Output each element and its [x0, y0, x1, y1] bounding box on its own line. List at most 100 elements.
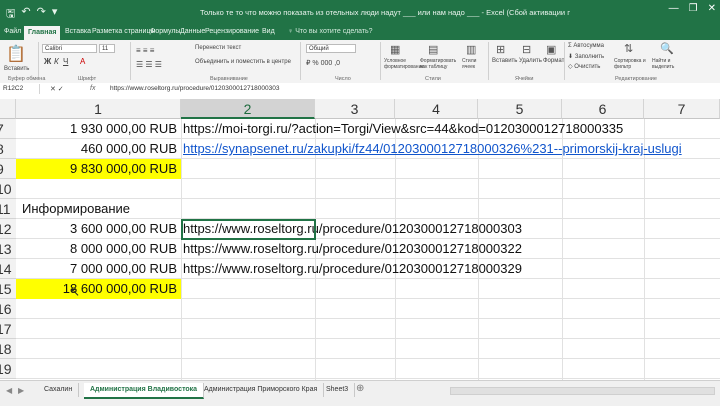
maximize-button[interactable]: ❐	[689, 3, 698, 14]
paste-icon[interactable]: 📋	[6, 44, 26, 64]
redo-icon[interactable]: ↷	[37, 5, 46, 24]
conditional-format-icon[interactable]: ▦	[390, 43, 400, 56]
cell-col1[interactable]: 3 600 000,00 RUB	[16, 219, 181, 239]
delete-cells-button[interactable]: Удалить	[519, 58, 542, 64]
row-header[interactable]: 15	[0, 279, 16, 299]
format-cells-icon[interactable]: ▣	[546, 43, 556, 56]
autosum-button[interactable]: Σ Автосумма	[568, 43, 604, 49]
column-header-4[interactable]: 4	[395, 99, 478, 119]
tell-me-search[interactable]: ♀ Что вы хотите сделать?	[288, 28, 373, 35]
cell-col1[interactable]: Информирование	[16, 199, 181, 219]
row-header[interactable]: 19	[0, 359, 16, 379]
horizontal-scrollbar[interactable]	[450, 387, 715, 395]
tab-formulas[interactable]: Формулы	[150, 28, 180, 35]
wrap-text-button[interactable]: Перенести текст	[195, 45, 241, 51]
conditional-format-button[interactable]: Условное форматирование	[384, 58, 424, 70]
find-select-button[interactable]: Найти и выделить	[652, 58, 682, 70]
bold-icon[interactable]: Ж	[44, 57, 51, 66]
cell-col1[interactable]	[16, 299, 181, 319]
column-header-2[interactable]: 2	[181, 99, 315, 119]
tab-view[interactable]: Вид	[262, 28, 275, 35]
sheet-tab-sakhalin[interactable]: Сахалин	[38, 383, 80, 397]
cell-col1[interactable]: 7 000 000,00 RUB	[16, 259, 181, 279]
column-header-3[interactable]: 3	[315, 99, 395, 119]
cell-col2[interactable]	[183, 339, 720, 359]
row-header[interactable]: 17	[0, 319, 16, 339]
column-header-5[interactable]: 5	[478, 99, 562, 119]
insert-function-icon[interactable]: fx	[90, 83, 95, 95]
font-name-select[interactable]: Calibri	[42, 44, 97, 53]
cell-col2[interactable]	[183, 299, 720, 319]
undo-icon[interactable]: ↶	[21, 5, 30, 24]
row-header[interactable]: 10	[0, 179, 16, 199]
font-color-icon[interactable]: А	[80, 57, 85, 66]
insert-cells-button[interactable]: Вставить	[492, 58, 517, 64]
delete-cells-icon[interactable]: ⊟	[522, 43, 531, 56]
row-header[interactable]: 12	[0, 219, 16, 239]
select-all-corner[interactable]	[0, 99, 16, 119]
formula-input[interactable]: https://www.roseltorg.ru/procedure/01203…	[110, 83, 279, 95]
cell-col1[interactable]	[16, 339, 181, 359]
triangle-left-icon[interactable]: ◀	[6, 386, 12, 395]
tab-page-layout[interactable]: Разметка страницы	[92, 28, 156, 35]
fill-button[interactable]: ⬇ Заполнить	[568, 53, 604, 60]
currency-icon[interactable]: ₽ % 000 ,0	[306, 59, 340, 67]
cell-col2[interactable]	[183, 159, 720, 179]
sort-filter-icon[interactable]: ⇅	[624, 42, 633, 55]
name-box[interactable]: R12C2	[0, 84, 40, 94]
column-header-7[interactable]: 7	[644, 99, 720, 119]
minimize-button[interactable]: —	[669, 3, 679, 14]
cell-col2[interactable]	[183, 319, 720, 339]
cell-styles-button[interactable]: Стили ячеек	[462, 58, 488, 70]
customize-icon[interactable]: ▾	[52, 5, 58, 24]
tab-home[interactable]: Главная	[24, 26, 61, 40]
row-header[interactable]: 11	[0, 199, 16, 219]
cell-col2[interactable]: https://www.roseltorg.ru/procedure/01203…	[183, 259, 720, 279]
cell-col2[interactable]	[183, 179, 720, 199]
tab-file[interactable]: Файл	[4, 28, 21, 35]
cell-col1[interactable]	[16, 319, 181, 339]
format-table-button[interactable]: Форматировать как таблицу	[420, 58, 456, 70]
cell-col1[interactable]	[16, 359, 181, 379]
row-header[interactable]: 9	[0, 159, 16, 179]
tab-review[interactable]: Рецензирование	[205, 28, 259, 35]
cell-col2[interactable]	[183, 279, 720, 299]
underline-icon[interactable]: Ч	[63, 57, 68, 66]
cell-col2[interactable]: https://www.roseltorg.ru/procedure/01203…	[183, 239, 720, 259]
sheet-tab-sheet3[interactable]: Sheet3	[320, 383, 356, 397]
cell-col1[interactable]: 460 000,00 RUB	[16, 139, 181, 159]
cell-col1[interactable]: 8 000 000,00 RUB	[16, 239, 181, 259]
column-header-1[interactable]: 1	[16, 99, 181, 119]
close-button[interactable]: ✕	[708, 3, 716, 14]
cell-col1[interactable]: 18 600 000,00 RUB	[16, 279, 181, 299]
sort-filter-button[interactable]: Сортировка и фильтр	[614, 58, 648, 70]
row-header[interactable]: 14	[0, 259, 16, 279]
row-header[interactable]: 8	[0, 139, 16, 159]
cell-col1[interactable]: 9 830 000,00 RUB	[16, 159, 181, 179]
cell-col1[interactable]: 1 930 000,00 RUB	[16, 119, 181, 139]
cell-col2[interactable]: https://moi-torgi.ru/?action=Torgi/View&…	[183, 119, 720, 139]
merge-center-button[interactable]: Объединить и поместить в центре	[195, 59, 291, 65]
tab-data[interactable]: Данные	[180, 28, 205, 35]
align-icon[interactable]: ≡ ≡ ≡	[136, 46, 154, 55]
cell-col1[interactable]	[16, 179, 181, 199]
sheet-tab-vladivostok[interactable]: Администрация Владивостока	[84, 383, 205, 399]
insert-cells-icon[interactable]: ⊞	[496, 43, 505, 56]
clear-button[interactable]: ◇ Очистить	[568, 63, 600, 70]
column-header-6[interactable]: 6	[562, 99, 644, 119]
row-header[interactable]: 13	[0, 239, 16, 259]
paste-button[interactable]: Вставить	[4, 66, 29, 72]
cell-col2[interactable]: https://synapsenet.ru/zakupki/fz44/01203…	[183, 139, 720, 159]
cell-styles-icon[interactable]: ▥	[466, 43, 476, 56]
format-cells-button[interactable]: Формат	[543, 58, 564, 64]
plus-circle-icon[interactable]: ⊕	[356, 383, 364, 394]
triangle-right-icon[interactable]: ▶	[18, 386, 24, 395]
row-header[interactable]: 7	[0, 119, 16, 139]
italic-icon[interactable]: К	[54, 57, 59, 66]
row-header[interactable]: 16	[0, 299, 16, 319]
cell-col2[interactable]	[183, 359, 720, 379]
font-size-select[interactable]: 11	[99, 44, 115, 53]
format-table-icon[interactable]: ▤	[428, 43, 438, 56]
row-header[interactable]: 18	[0, 339, 16, 359]
find-select-icon[interactable]: 🔍	[660, 42, 674, 55]
